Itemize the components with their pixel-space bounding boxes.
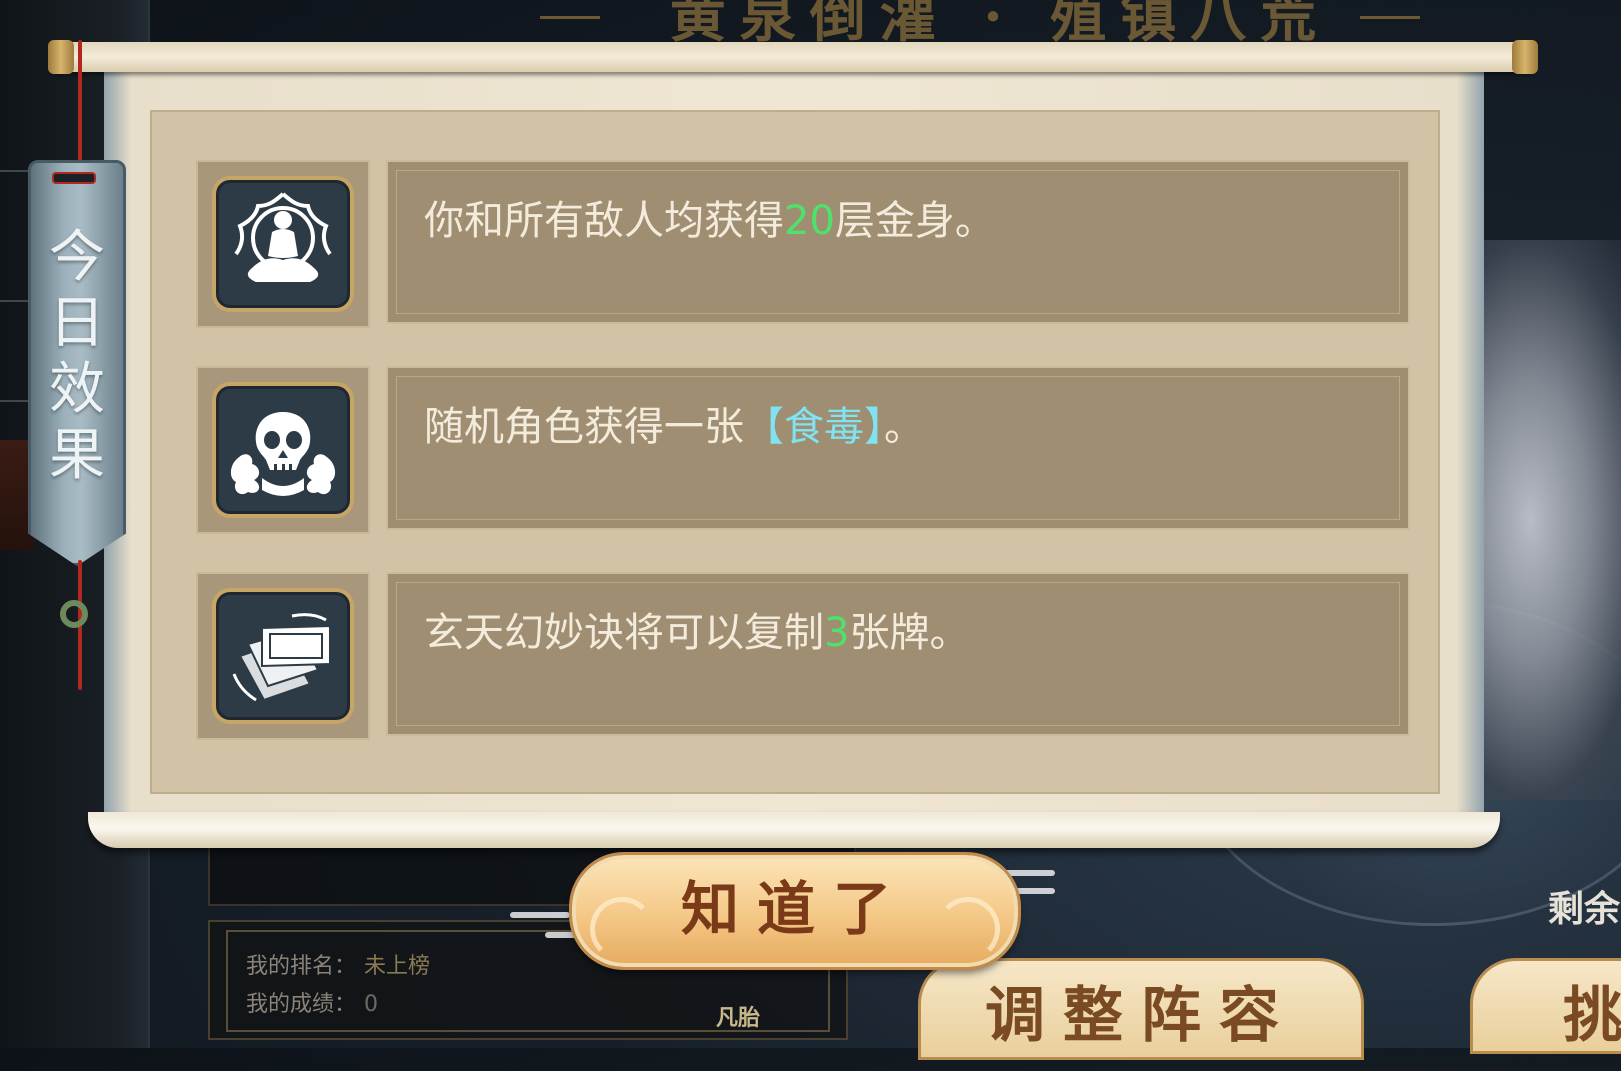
effect-icon-frame — [196, 572, 370, 740]
tag-char: 果 — [49, 423, 105, 488]
tag-char: 效 — [49, 357, 105, 422]
effect-text-main: 玄天幻妙诀将可以复制 — [424, 610, 824, 656]
effect-highlight-value: 3 — [824, 610, 850, 656]
effect-icon-bg — [212, 382, 354, 518]
jade-ring-ornament — [60, 600, 88, 628]
scroll-top-rod — [48, 40, 1538, 74]
effect-description-box: 随机角色获得一张【食毒】。 — [386, 366, 1410, 530]
rod-cap — [1512, 40, 1538, 74]
scroll-bottom-rod — [88, 812, 1500, 848]
adjust-lineup-button[interactable]: 调整阵容 — [918, 958, 1364, 1060]
cloud-ornament — [1010, 888, 1055, 894]
tag-char: 日 — [49, 291, 105, 356]
my-score-row: 我的成绩： 0 — [246, 986, 378, 1018]
swirl-ornament — [590, 897, 654, 961]
effect-text: 玄天幻妙诀将可以复制3张牌。 — [424, 600, 969, 658]
tag-char: 今 — [49, 225, 105, 290]
effect-text-suffix: 张牌。 — [849, 610, 970, 656]
effect-description-box: 你和所有敌人均获得20层金身。 — [386, 160, 1410, 324]
got-it-button[interactable]: 知道了 — [572, 855, 1018, 967]
my-rank-row: 我的排名： 未上榜 — [246, 948, 430, 980]
tag-string — [78, 40, 82, 170]
background-title: 黄泉倒灌 · 殖镇八荒 — [669, 0, 1331, 50]
effect-description-box: 玄天幻妙诀将可以复制3张牌。 — [386, 572, 1410, 736]
today-effect-label: 今 日 效 果 — [31, 225, 123, 489]
effect-text-main: 你和所有敌人均获得 — [424, 198, 784, 244]
remaining-label: 剩余 — [1548, 889, 1621, 930]
swirl-ornament — [936, 897, 1000, 961]
tag-hole — [52, 172, 96, 184]
cloud-ornament — [510, 912, 570, 918]
rod-cap — [48, 40, 74, 74]
effect-text: 随机角色获得一张【食毒】。 — [424, 394, 924, 452]
effect-row: 随机角色获得一张【食毒】。 — [196, 366, 1412, 534]
effect-row: 玄天幻妙诀将可以复制3张牌。 — [196, 572, 1412, 740]
my-score-label: 我的成绩： — [246, 992, 357, 1017]
cards-stack-icon — [232, 613, 331, 702]
effect-text-main: 随机角色获得一张 — [424, 404, 744, 450]
challenge-button[interactable]: 挑 — [1470, 958, 1621, 1054]
today-effect-tag: 今 日 效 果 — [28, 160, 126, 566]
got-it-label: 知道了 — [680, 875, 909, 943]
fantai-label: 凡胎 — [716, 1006, 761, 1031]
effects-panel: 你和所有敌人均获得20层金身。 随机角色获得一张【食毒】。 玄天幻妙诀将可以复制… — [150, 110, 1440, 794]
effect-icon-bg — [212, 588, 354, 724]
effect-icon-frame — [196, 160, 370, 328]
effect-card-name: 【食毒】 — [744, 404, 884, 450]
effect-text-suffix: 层金身。 — [834, 198, 995, 244]
my-rank-label: 我的排名： — [246, 954, 357, 979]
my-rank-value: 未上榜 — [364, 954, 431, 979]
my-score-value: 0 — [364, 992, 379, 1017]
effect-highlight-value: 20 — [784, 198, 835, 244]
effect-row: 你和所有敌人均获得20层金身。 — [196, 160, 1412, 328]
meditating-buddha-icon — [234, 192, 332, 282]
skull-poison-icon — [230, 412, 336, 496]
effect-icon-bg — [212, 176, 354, 312]
effect-text: 你和所有敌人均获得20层金身。 — [424, 188, 995, 246]
effect-icon-frame — [196, 366, 370, 534]
effect-text-suffix: 。 — [884, 404, 924, 450]
